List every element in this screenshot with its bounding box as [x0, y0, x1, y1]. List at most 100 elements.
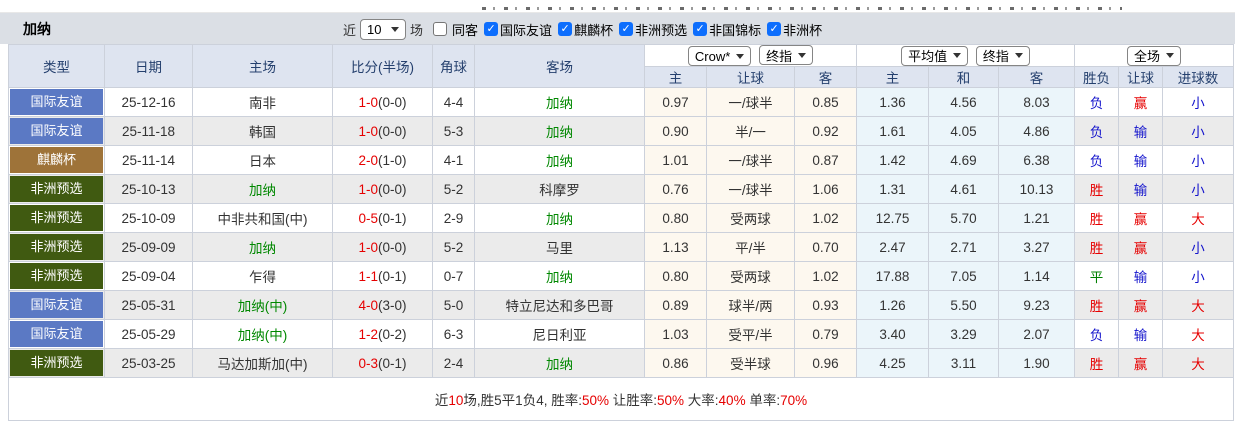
halftime-score: (0-1) — [378, 268, 407, 284]
checkbox-checked-icon[interactable]: ✓ — [619, 22, 634, 36]
wl-result-cell: 平 — [1074, 261, 1119, 291]
match-date-cell: 25-09-09 — [104, 232, 193, 262]
filter-checkbox-label[interactable]: 非洲杯 — [783, 20, 822, 39]
col-home: 主场 — [192, 44, 333, 88]
scope-select[interactable]: 全场 — [1127, 45, 1182, 66]
handicap-result-cell: 输 — [1118, 145, 1163, 175]
filter-checkbox-label[interactable]: 非洲预选 — [635, 20, 687, 39]
checkbox-checked-icon[interactable]: ✓ — [693, 22, 708, 36]
filter-checkbox-label[interactable]: 非国锦标 — [709, 20, 761, 39]
team-title: 加纳 — [23, 20, 51, 37]
wl-result-cell: 胜 — [1074, 232, 1119, 262]
fulltime-score: 1-1 — [358, 268, 378, 284]
table-header: 类型 日期 主场 比分(半场) 角球 客场 Crow* 终指 平均值 终指 全场… — [8, 44, 1235, 88]
ah-away-odds-cell: 0.87 — [794, 145, 857, 175]
eu-stage-select[interactable]: 终指 — [975, 45, 1030, 66]
col-eu-home: 主 — [856, 66, 929, 88]
summary-value: 50% — [581, 393, 609, 408]
match-type-cell: 麒麟杯 — [8, 145, 105, 175]
filter-checkbox-label[interactable]: 国际友谊 — [500, 20, 552, 39]
filter-checkbox[interactable]: ✓ 非国锦标 — [693, 20, 761, 39]
matches-label: 场 — [410, 22, 424, 38]
ah-source-select[interactable]: Crow* — [687, 46, 752, 66]
wl-result-cell: 胜 — [1074, 290, 1119, 320]
eu-odds-dropdowns: 平均值 终指 — [856, 44, 1075, 67]
filter-checkbox[interactable]: ✓ 非洲杯 — [767, 20, 822, 39]
match-date-cell: 25-05-29 — [104, 319, 193, 349]
ah-away-odds-cell: 0.93 — [794, 290, 857, 320]
fulltime-score: 0-3 — [358, 355, 378, 371]
match-date-cell: 25-10-09 — [104, 203, 193, 233]
filter-controls: 近 10 场 同客 ✓ 国际友谊 ✓ 麒麟杯 ✓ 非洲预选 ✓ 非国锦标 ✓ 非洲杯 — [343, 13, 822, 45]
wl-result-cell: 负 — [1074, 145, 1119, 175]
filter-checkbox-label[interactable]: 麒麟杯 — [574, 20, 613, 39]
home-team-cell: 日本 — [192, 145, 333, 175]
eu-home-odds-cell: 2.47 — [856, 232, 929, 262]
filter-checkbox[interactable]: ✓ 非洲预选 — [619, 20, 687, 39]
match-type-badge: 非洲预选 — [10, 176, 103, 202]
ah-stage-select[interactable]: 终指 — [759, 45, 814, 65]
match-type-badge: 非洲预选 — [10, 263, 103, 289]
match-row: 国际友谊 25-05-29 加纳(中) 1-2(0-2) 6-3 尼日利亚 1.03 受平/半… — [8, 319, 1235, 349]
score-cell: 0-3(0-1) — [332, 348, 433, 378]
away-team-cell: 特立尼达和多巴哥 — [474, 290, 645, 320]
eu-away-odds-cell: 1.90 — [998, 348, 1075, 378]
filter-checkbox[interactable]: ✓ 国际友谊 — [484, 20, 552, 39]
checkbox-checked-icon[interactable]: ✓ — [558, 22, 573, 36]
eu-source-select[interactable]: 平均值 — [901, 45, 969, 66]
goals-result-cell: 大 — [1161, 290, 1235, 320]
checkbox-checked-icon[interactable]: ✓ — [484, 22, 499, 36]
match-type-cell: 国际友谊 — [8, 290, 105, 320]
match-type-cell: 非洲预选 — [8, 174, 105, 204]
match-type-cell: 国际友谊 — [8, 116, 105, 146]
match-row: 非洲预选 25-10-13 加纳 1-0(0-0) 5-2 科摩罗 0.76 一/球半 1.06… — [8, 174, 1235, 204]
filter-checkbox-label[interactable]: 同客 — [452, 20, 478, 39]
match-type-cell: 非洲预选 — [8, 348, 105, 378]
goals-result-cell: 小 — [1161, 116, 1235, 146]
goals-result-cell: 小 — [1161, 261, 1235, 291]
filter-checkbox[interactable]: 同客 — [433, 20, 478, 39]
ah-source-value: Crow* — [694, 48, 731, 64]
recent-count-select[interactable]: 10 — [360, 18, 407, 40]
handicap-result-cell: 输 — [1118, 116, 1163, 146]
wl-result-cell: 胜 — [1074, 348, 1119, 378]
ah-away-odds-cell: 0.79 — [794, 319, 857, 349]
goals-result-cell: 大 — [1161, 319, 1235, 349]
col-wl: 胜负 — [1074, 66, 1119, 88]
col-eu-away: 客 — [998, 66, 1075, 88]
summary-text: 大率: — [684, 393, 719, 408]
corner-cell: 2-9 — [432, 203, 475, 233]
wl-result-cell: 胜 — [1074, 203, 1119, 233]
ah-away-odds-cell: 0.70 — [794, 232, 857, 262]
eu-home-odds-cell: 1.26 — [856, 290, 929, 320]
clipped-row-above — [0, 0, 1235, 12]
away-team-cell: 科摩罗 — [474, 174, 645, 204]
halftime-score: (0-1) — [378, 210, 407, 226]
match-row: 国际友谊 25-12-16 南非 1-0(0-0) 4-4 加纳 0.97 一/球半 0.85 1… — [8, 87, 1235, 117]
eu-away-odds-cell: 4.86 — [998, 116, 1075, 146]
col-date: 日期 — [104, 44, 193, 88]
checkbox-checked-icon[interactable]: ✓ — [767, 22, 782, 36]
halftime-score: (0-0) — [378, 94, 407, 110]
match-type-badge: 麒麟杯 — [10, 147, 103, 173]
ah-home-odds-cell: 1.03 — [644, 319, 707, 349]
eu-home-odds-cell: 4.25 — [856, 348, 929, 378]
recent-label: 近 — [343, 22, 357, 38]
away-team-cell: 加纳 — [474, 261, 645, 291]
ah-line-cell: 半/一 — [706, 116, 795, 146]
wl-result-cell: 负 — [1074, 319, 1119, 349]
filter-checkbox[interactable]: ✓ 麒麟杯 — [558, 20, 613, 39]
ah-line-cell: 受两球 — [706, 203, 795, 233]
recent-count-value: 10 — [367, 21, 382, 37]
ah-home-odds-cell: 0.80 — [644, 203, 707, 233]
eu-home-odds-cell: 17.88 — [856, 261, 929, 291]
eu-home-odds-cell: 1.36 — [856, 87, 929, 117]
eu-draw-odds-cell: 7.05 — [928, 261, 999, 291]
scope-value: 全场 — [1134, 49, 1161, 64]
ah-line-cell: 一/球半 — [706, 145, 795, 175]
checkbox-unchecked-icon[interactable] — [433, 22, 448, 36]
ah-line-cell: 平/半 — [706, 232, 795, 262]
wl-result-cell: 负 — [1074, 116, 1119, 146]
ah-line-cell: 球半/两 — [706, 290, 795, 320]
wl-result-cell: 负 — [1074, 87, 1119, 117]
